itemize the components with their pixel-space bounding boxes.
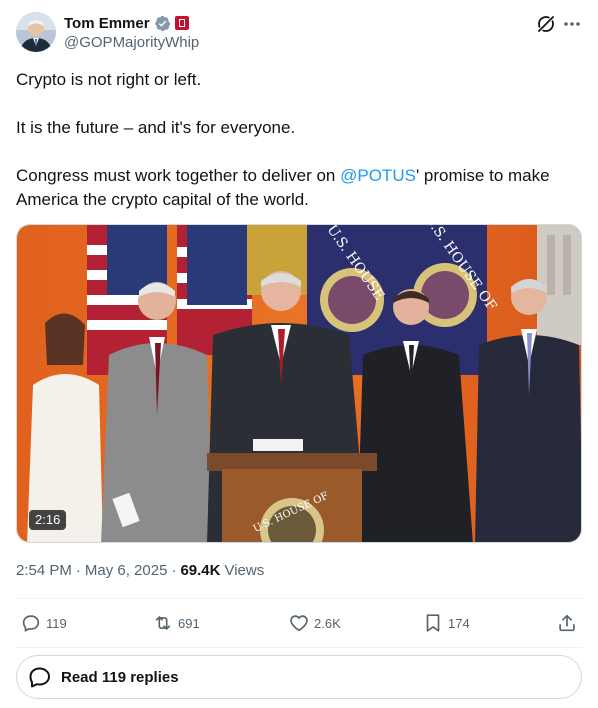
tweet-text: Crypto is not right or left. It is the f… <box>16 68 582 212</box>
divider-bottom <box>16 647 582 648</box>
tweet-line-2: It is the future – and it's for everyone… <box>16 118 296 137</box>
tweet-line-3-start: Congress must work together to deliver o… <box>16 166 341 185</box>
reply-count: 119 <box>46 615 67 631</box>
reply-bubble-icon <box>29 667 50 688</box>
bookmark-icon <box>426 614 440 632</box>
like-count: 2.6K <box>314 615 341 631</box>
grok-icon[interactable] <box>536 14 556 34</box>
repost-icon <box>155 616 171 630</box>
repost-count: 691 <box>178 615 200 631</box>
heart-icon <box>290 615 308 632</box>
author-handle[interactable]: @GOPMajorityWhip <box>64 34 199 51</box>
affiliation-badge-icon[interactable] <box>174 16 189 30</box>
like-button[interactable]: 2.6K <box>288 606 341 640</box>
meta-separator: · <box>171 562 177 579</box>
read-replies-button[interactable]: Read 119 replies <box>16 655 582 699</box>
author-avatar[interactable] <box>16 12 56 52</box>
video-player[interactable]: U.S. HOUSE U.S. HOUSE OF U.S. HOUSE OF 2… <box>16 224 582 543</box>
views-count: 69.4K <box>180 562 221 579</box>
video-thumbnail: U.S. HOUSE U.S. HOUSE OF U.S. HOUSE OF <box>17 225 581 542</box>
author-display-name[interactable]: Tom Emmer <box>64 15 150 32</box>
repost-button[interactable]: 691 <box>152 606 200 640</box>
views-label: Views <box>224 562 265 579</box>
bookmark-button[interactable]: 174 <box>422 606 470 640</box>
podium: U.S. HOUSE OF <box>207 439 377 542</box>
verified-badge-icon <box>154 15 170 31</box>
reply-icon <box>22 615 40 632</box>
tweet-meta: 2:54 PM · May 6, 2025 · 69.4K Views <box>16 562 264 579</box>
video-duration: 2:16 <box>29 510 67 530</box>
read-replies-label: Read 119 replies <box>61 668 179 686</box>
tweet-header: Tom Emmer @GOPMajorityWhip <box>16 12 582 54</box>
action-bar: 119 691 2.6K 174 <box>16 606 582 640</box>
reply-button[interactable]: 119 <box>20 606 67 640</box>
more-options-icon[interactable] <box>562 14 582 34</box>
tweet-time[interactable]: 2:54 PM <box>16 562 72 579</box>
tweet-date[interactable]: May 6, 2025 <box>85 562 168 579</box>
tweet-line-1: Crypto is not right or left. <box>16 70 202 89</box>
share-icon <box>559 614 575 632</box>
tweet-line-3: Congress must work together to deliver o… <box>16 164 582 212</box>
bookmark-count: 174 <box>448 615 470 631</box>
mention-potus-link[interactable]: @POTUS <box>340 166 416 185</box>
meta-separator: · <box>75 562 81 579</box>
share-button[interactable] <box>556 606 578 640</box>
divider-top <box>16 598 582 599</box>
author-names: Tom Emmer @GOPMajorityWhip <box>64 13 199 52</box>
